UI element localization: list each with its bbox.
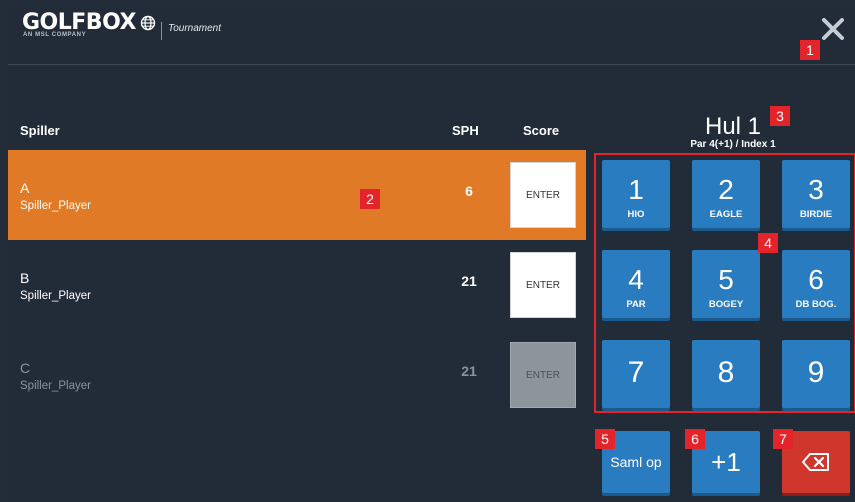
column-header-player: Spiller [20, 123, 60, 138]
player-row-c: C Spiller_Player 21 ENTER [8, 330, 586, 420]
key-label: DB BOG. [795, 299, 837, 310]
marker-3: 3 [770, 106, 790, 126]
key-number: 7 [627, 356, 645, 389]
player-hcp: 6 [465, 183, 473, 199]
column-header-hcp: SPH [452, 123, 479, 138]
key-number: 6 [808, 264, 824, 295]
key-8[interactable]: 8 [692, 340, 760, 408]
key-label: BIRDIE [799, 209, 833, 220]
logo-divider [161, 22, 162, 40]
key-number: 3 [808, 174, 824, 205]
key-3[interactable]: 3 BIRDIE [782, 160, 850, 228]
enter-score-button: ENTER [510, 342, 576, 408]
key-4[interactable]: 4 PAR [602, 250, 670, 318]
marker-4: 4 [758, 233, 778, 253]
player-letter: A [20, 180, 30, 196]
app-header: GOLFBOX AN MSL COMPANY Tournament [8, 8, 855, 65]
enter-score-button[interactable]: ENTER [510, 162, 576, 228]
player-letter: B [20, 270, 30, 286]
player-hcp: 21 [461, 273, 477, 289]
key-label: EAGLE [709, 209, 743, 220]
player-name: Spiller_Player [20, 290, 91, 302]
key-number: 2 [718, 174, 734, 205]
key-5[interactable]: 5 BOGEY [692, 250, 760, 318]
close-icon[interactable] [818, 14, 848, 44]
section-title: Tournament [168, 23, 221, 34]
key-label: BOGEY [708, 299, 744, 310]
backspace-icon [802, 453, 829, 471]
column-header-score: Score [523, 123, 560, 138]
key-number: 4 [628, 264, 644, 295]
key-number: 9 [807, 356, 825, 389]
player-row-a[interactable]: A Spiller_Player 6 ENTER [8, 150, 586, 240]
app-frame: GOLFBOX AN MSL COMPANY Tournament 1 Spil… [8, 8, 855, 502]
marker-2: 2 [360, 189, 380, 209]
player-row-b[interactable]: B Spiller_Player 21 ENTER [8, 240, 586, 330]
key-number: 5 [718, 264, 734, 295]
key-9[interactable]: 9 [782, 340, 850, 408]
key-number: 8 [717, 356, 735, 389]
player-name: Spiller_Player [20, 200, 91, 212]
hole-subtitle: Par 4(+1) / Index 1 [690, 139, 776, 150]
marker-5: 5 [595, 429, 615, 449]
marker-7: 7 [773, 429, 793, 449]
player-letter: C [20, 360, 31, 376]
player-name: Spiller_Player [20, 380, 91, 392]
key-7[interactable]: 7 [602, 340, 670, 408]
key-label: PAR [626, 299, 646, 310]
marker-6: 6 [685, 429, 705, 449]
key-number: 1 [628, 174, 644, 205]
key-1[interactable]: 1 HIO [602, 160, 670, 228]
golfbox-logo: GOLFBOX AN MSL COMPANY [22, 10, 156, 38]
marker-1: 1 [800, 40, 820, 60]
globe-icon [140, 15, 156, 30]
key-2[interactable]: 2 EAGLE [692, 160, 760, 228]
key-label: HIO [627, 209, 645, 220]
enter-score-button[interactable]: ENTER [510, 252, 576, 318]
key-6[interactable]: 6 DB BOG. [782, 250, 850, 318]
player-hcp: 21 [461, 363, 477, 379]
